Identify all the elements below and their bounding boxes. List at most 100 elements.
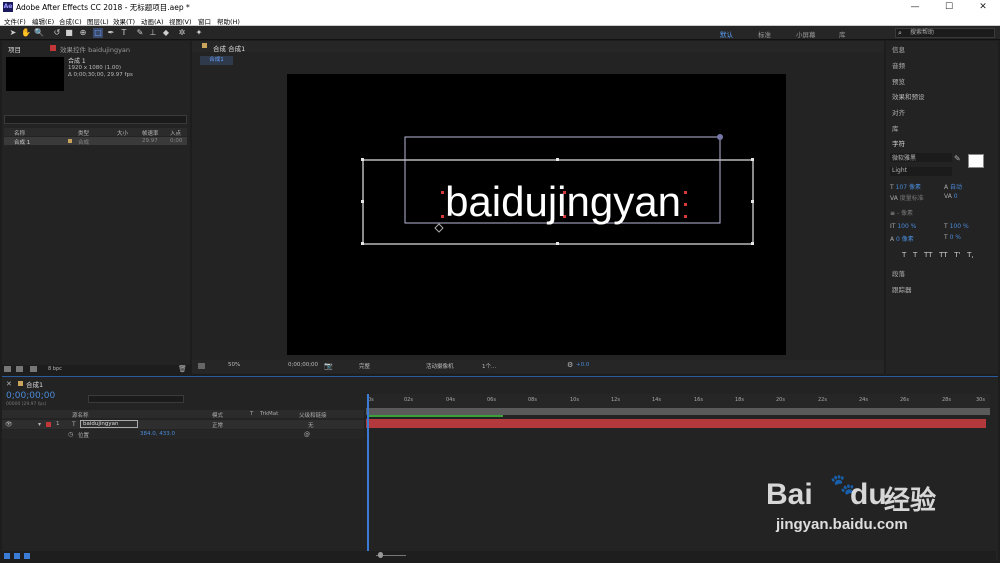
superscript-button[interactable]: T' (954, 251, 960, 259)
new-folder-icon[interactable] (16, 366, 23, 372)
col-name[interactable]: 名称 (14, 129, 25, 137)
panel-paragraph[interactable]: 段落 (892, 268, 905, 278)
baseline-shift-field[interactable]: A 0 像素 (890, 234, 914, 243)
project-row[interactable]: 合成 1 合成 29.97 0;00 (4, 137, 187, 146)
col-mode[interactable]: 模式 (212, 411, 223, 419)
timeline-search-input[interactable] (88, 395, 184, 403)
search-help-input[interactable]: 搜索帮助 (895, 28, 995, 38)
visibility-icon[interactable]: 👁 (5, 421, 13, 428)
pickwhip-icon[interactable]: @ (304, 431, 310, 438)
minimize-button[interactable]: — (898, 0, 932, 15)
menu-file[interactable]: 文件(F) (4, 16, 26, 26)
tab-project[interactable]: 项目 (8, 44, 21, 54)
rectangle-tool-icon[interactable]: □ (93, 28, 103, 38)
rotate-handle-icon[interactable] (717, 134, 723, 140)
camera-select[interactable]: 活动摄像机 (426, 362, 454, 370)
project-search-input[interactable] (4, 115, 187, 124)
layer-duration-bar[interactable] (366, 419, 986, 428)
zoom-slider-thumb[interactable] (378, 552, 383, 558)
panel-preview[interactable]: 预览 (892, 76, 905, 86)
menu-composition[interactable]: 合成(C) (59, 16, 82, 26)
layer-name[interactable]: baidujingyan (80, 420, 138, 428)
time-ruler[interactable]: 0s 02s 04s 06s 08s 10s 12s 14s 16s 18s 2… (366, 394, 990, 408)
panel-info[interactable]: 信息 (892, 44, 905, 54)
panel-effects-presets[interactable]: 效果和预设 (892, 91, 925, 101)
work-area-bar[interactable] (366, 408, 990, 415)
all-caps-button[interactable]: TT (924, 251, 932, 259)
horizontal-scale-field[interactable]: T 100 % (944, 223, 969, 230)
close-tab-icon[interactable]: ✕ (6, 380, 12, 388)
col-type[interactable]: 类型 (78, 129, 89, 137)
zoom-select[interactable]: 50% (228, 362, 240, 368)
menu-effect[interactable]: 效果(T) (113, 16, 135, 26)
col-fps[interactable]: 帧速率 (142, 129, 159, 137)
panel-align[interactable]: 对齐 (892, 107, 905, 117)
hand-tool-icon[interactable]: ✋ (21, 28, 31, 38)
menu-animation[interactable]: 动画(A) (141, 16, 164, 26)
toggle-modes-icon[interactable] (14, 553, 20, 559)
roto-brush-tool-icon[interactable]: ✲ (177, 28, 187, 38)
font-size-field[interactable]: T 107 像素 (890, 182, 921, 191)
layer-label-icon[interactable] (46, 422, 51, 427)
views-select[interactable]: 1个... (482, 362, 496, 370)
stopwatch-icon[interactable]: ◷ (68, 431, 73, 438)
canvas-text[interactable]: baidujingyan (445, 178, 681, 225)
col-t[interactable]: T (250, 411, 253, 417)
panel-audio[interactable]: 音频 (892, 60, 905, 70)
toggle-switches-icon[interactable] (4, 553, 10, 559)
kerning-field[interactable]: VA 度量标准 (890, 193, 924, 202)
workspace-standard[interactable]: 标准 (758, 29, 771, 39)
maximize-button[interactable]: ☐ (932, 0, 966, 15)
resolution-select[interactable]: 完整 (359, 362, 370, 370)
eraser-tool-icon[interactable]: ◆ (161, 28, 171, 38)
workspace-default[interactable]: 默认 (720, 29, 733, 39)
playhead[interactable] (367, 394, 369, 554)
small-caps-button[interactable]: TT (939, 251, 947, 259)
type-tool-icon[interactable]: T (119, 28, 129, 38)
leading-field[interactable]: A 自动 (944, 182, 962, 191)
workspace-small-screen[interactable]: 小屏幕 (796, 29, 816, 39)
property-value[interactable]: 384.0, 433.0 (140, 431, 175, 437)
col-parent[interactable]: 父级和链接 (299, 411, 327, 419)
faux-italic-button[interactable]: T (913, 251, 917, 259)
tab-timeline[interactable]: 合成1 (26, 379, 43, 389)
current-time[interactable]: 0;00;00;00 (288, 362, 318, 368)
menu-help[interactable]: 帮助(H) (217, 16, 240, 26)
layer-mode-select[interactable]: 正常 (212, 421, 223, 429)
property-row[interactable]: ◷ 位置 384.0, 433.0 @ (2, 430, 364, 439)
toggle-duration-icon[interactable] (24, 553, 30, 559)
comp-breadcrumb[interactable]: 合成1 (200, 56, 233, 65)
interpret-footage-icon[interactable] (4, 366, 11, 372)
preview-icon[interactable] (198, 363, 205, 369)
col-trkmat[interactable]: TrkMat (260, 411, 278, 417)
menu-view[interactable]: 视图(V) (169, 16, 192, 26)
menu-layer[interactable]: 图层(L) (87, 16, 109, 26)
camera-tool-icon[interactable]: ■ (64, 28, 74, 38)
pen-tool-icon[interactable]: ✒ (106, 28, 116, 38)
menu-window[interactable]: 窗口 (198, 16, 211, 26)
bpc-label[interactable]: 8 bpc (48, 366, 62, 372)
eyedropper-icon[interactable]: ✎ (954, 154, 961, 163)
snapshot-icon[interactable]: 📷 (324, 362, 333, 370)
stroke-width-field[interactable]: ≡ - 像素 (890, 208, 913, 217)
col-source-name[interactable]: 源名称 (72, 411, 89, 419)
brush-tool-icon[interactable]: ✎ (135, 28, 145, 38)
exposure-value[interactable]: +0.0 (576, 362, 589, 368)
new-comp-icon[interactable] (30, 366, 37, 372)
col-size[interactable]: 大小 (117, 129, 128, 137)
font-family-select[interactable]: 微软雅黑 (890, 153, 952, 162)
workspace-library[interactable]: 库 (839, 29, 846, 39)
trash-icon[interactable]: 🗑 (178, 365, 187, 373)
tab-composition[interactable]: 合成 合成1 (213, 43, 245, 53)
panel-character[interactable]: 字符 (892, 138, 905, 148)
comp-canvas[interactable]: baidujingyan (287, 74, 786, 355)
fill-color-swatch[interactable] (968, 154, 984, 168)
exposure-icon[interactable]: ⚙ (567, 361, 573, 369)
puppet-tool-icon[interactable]: ✦ (194, 28, 204, 38)
tracking-field[interactable]: VA 0 (944, 193, 958, 200)
menu-edit[interactable]: 编辑(E) (32, 16, 54, 26)
panel-library[interactable]: 库 (892, 123, 899, 133)
panel-tracker[interactable]: 跟踪器 (892, 284, 912, 294)
clone-stamp-tool-icon[interactable]: ⊥ (148, 28, 158, 38)
layer-row[interactable]: 👁 ▾ 1 T baidujingyan 正常 无 (2, 420, 364, 429)
